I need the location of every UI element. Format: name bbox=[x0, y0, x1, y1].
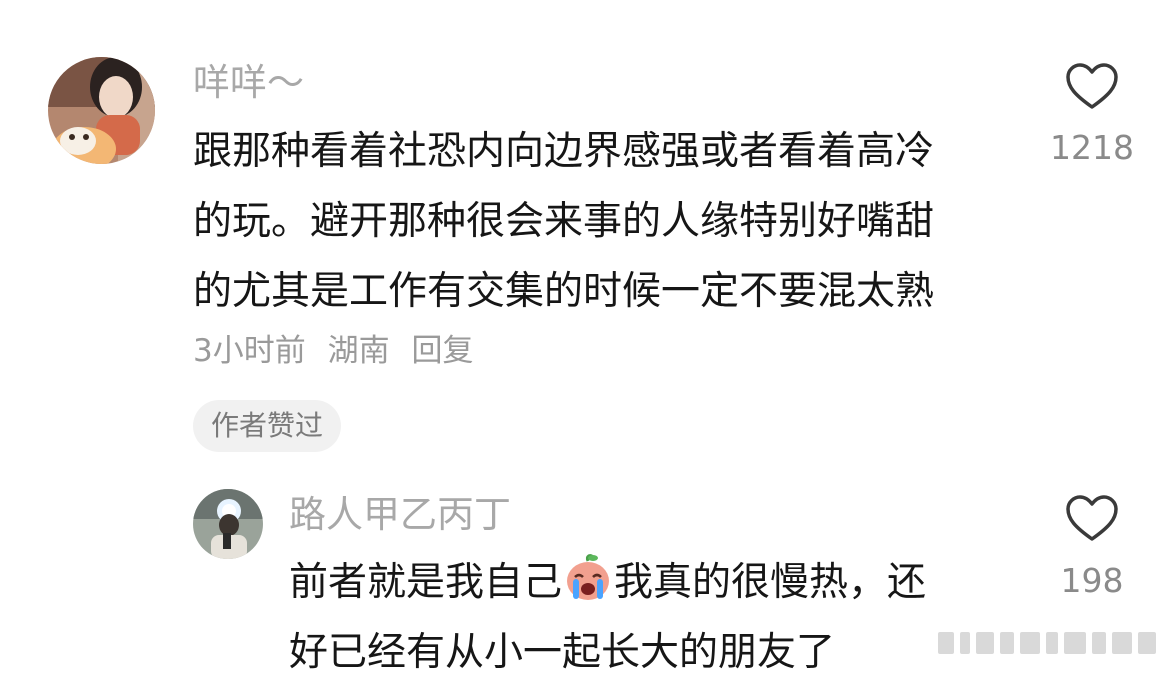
author-liked-badge: 作者赞过 bbox=[193, 400, 342, 452]
heart-outline-icon bbox=[1066, 495, 1118, 541]
watermark-logo bbox=[938, 628, 1158, 662]
heart-outline-icon bbox=[1066, 63, 1118, 109]
reply-username[interactable]: 路人甲乙丙丁 bbox=[289, 490, 511, 540]
comment-line: 的尤其是工作有交集的时候一定不要混太熟 bbox=[193, 269, 935, 314]
comment-content: 跟那种看着社恐内向边界感强或者看着高冷 的玩。避开那种很会来事的人缘特别好嘴甜 … bbox=[193, 117, 934, 327]
comment-thread: 咩咩～ 跟那种看着社恐内向边界感强或者看着高冷 的玩。避开那种很会来事的人缘特别… bbox=[0, 0, 1170, 678]
reply-button[interactable]: 回复 bbox=[411, 333, 473, 369]
reply-text: 前者就是我自己 bbox=[289, 560, 563, 605]
reply-content: 前者就是我自己 我真的很慢热，还 好已经有从小一起长大的朋友了 bbox=[289, 548, 926, 678]
reply-line: 前者就是我自己 我真的很慢热，还 bbox=[289, 548, 926, 618]
user-avatar[interactable] bbox=[193, 489, 263, 559]
comment-line: 的玩。避开那种很会来事的人缘特别好嘴甜 bbox=[193, 199, 935, 244]
like-count: 1218 bbox=[1050, 128, 1134, 167]
crying-emoji-icon bbox=[567, 554, 610, 600]
comment-username[interactable]: 咩咩～ bbox=[193, 58, 304, 108]
like-button[interactable] bbox=[1065, 494, 1119, 544]
reply-text: 我真的很慢热，还 bbox=[614, 560, 927, 605]
comment-meta: 3小时前 湖南 回复 bbox=[193, 331, 485, 371]
comment-time: 3小时前 bbox=[193, 333, 306, 369]
reply-line: 好已经有从小一起长大的朋友了 bbox=[289, 630, 836, 675]
comment-line: 跟那种看着社恐内向边界感强或者看着高冷 bbox=[193, 129, 935, 174]
like-count: 198 bbox=[1060, 561, 1124, 600]
user-avatar[interactable] bbox=[48, 57, 155, 164]
like-button[interactable] bbox=[1065, 62, 1119, 112]
comment-location: 湖南 bbox=[327, 333, 390, 369]
